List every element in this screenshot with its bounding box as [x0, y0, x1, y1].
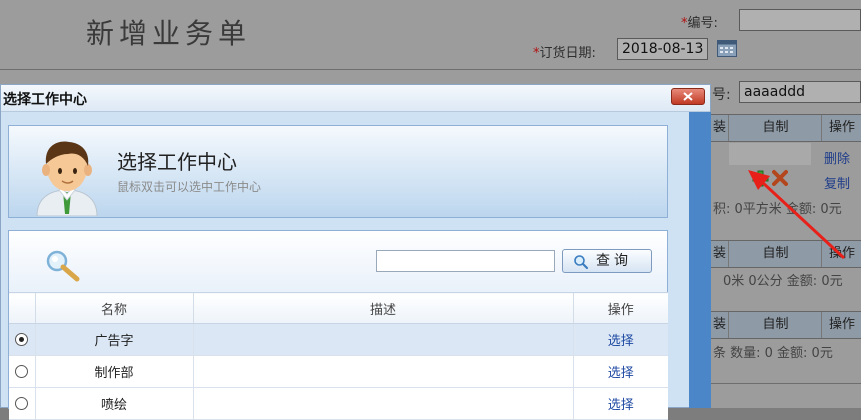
- search-icon: [574, 255, 589, 270]
- calendar-icon[interactable]: [717, 39, 737, 57]
- table-row[interactable]: 制作部 选择: [9, 355, 668, 388]
- close-button[interactable]: [671, 88, 705, 105]
- table-row[interactable]: 广告字 选择: [9, 323, 668, 356]
- annotation-arrow: [748, 170, 846, 260]
- order-date-field[interactable]: 2018-08-13: [617, 38, 708, 60]
- delete-link[interactable]: 删除: [824, 148, 850, 167]
- table-header: 装 自制 操作: [711, 114, 861, 142]
- number-field[interactable]: [739, 9, 861, 31]
- column-header-homemade: 自制: [728, 115, 822, 141]
- table-summary: 条 数量: 0 金额: 0元: [713, 346, 833, 361]
- radio-button[interactable]: [15, 333, 29, 346]
- column-header-action: 操作: [821, 312, 861, 338]
- row-name: 制作部: [34, 355, 193, 388]
- radio-button[interactable]: [15, 397, 29, 410]
- search-button-label: 查询: [596, 253, 632, 269]
- column-header: 装: [712, 120, 726, 135]
- header-subtitle: 鼠标双击可以选中工作中心: [117, 180, 262, 194]
- row-description: [192, 355, 573, 388]
- column-header-name: 名称: [34, 292, 193, 324]
- table-header: 装 自制 操作: [711, 311, 861, 339]
- row-name: 广告字: [34, 323, 193, 356]
- row-name: 喷绘: [34, 387, 193, 420]
- page-title: 新增业务单: [86, 17, 252, 50]
- work-center-table: 名称 描述 操作 广告字 选择 制作部 选择 喷绘 选择: [9, 292, 668, 420]
- divider: [0, 69, 861, 70]
- header-title: 选择工作中心: [117, 150, 237, 174]
- column-header-action: 操作: [821, 115, 861, 141]
- text-field[interactable]: aaaaddd: [739, 81, 861, 103]
- table-row[interactable]: 喷绘 选择: [9, 387, 668, 420]
- work-center-list-panel: 查询 名称 描述 操作 广告字 选择 制作部 选择 喷绘 选择: [8, 230, 668, 420]
- dialog-titlebar[interactable]: 选择工作中心: [1, 85, 710, 112]
- row-description: [192, 323, 573, 356]
- column-header: 装: [712, 246, 726, 261]
- divider: [711, 383, 861, 384]
- table-summary: 0米 0公分 金额: 0元: [723, 274, 843, 289]
- row-radio-cell[interactable]: [9, 387, 35, 420]
- select-work-center-dialog: 选择工作中心 选择工作中心 鼠标双击可以选中工作中心 查询 名称 描述 操作 广…: [0, 84, 711, 420]
- row-select-link[interactable]: 选择: [572, 355, 668, 388]
- field-label: 号:: [712, 87, 731, 103]
- magnifier-icon: [46, 250, 80, 282]
- row-select-link[interactable]: 选择: [572, 387, 668, 420]
- table-header-row: 名称 描述 操作: [9, 292, 668, 324]
- column-header: 装: [712, 317, 726, 332]
- dialog-header-panel: 选择工作中心 鼠标双击可以选中工作中心: [8, 125, 668, 218]
- number-label: *编号:: [681, 16, 718, 31]
- row-radio-cell[interactable]: [9, 323, 35, 356]
- table-cell: [729, 143, 811, 165]
- search-button[interactable]: 查询: [562, 249, 652, 273]
- row-select-link[interactable]: 选择: [572, 323, 668, 356]
- row-description: [192, 387, 573, 420]
- dialog-scrollbar[interactable]: [689, 112, 711, 408]
- order-date-label: *订货日期:: [533, 46, 596, 61]
- dialog-title: 选择工作中心: [3, 92, 87, 108]
- close-icon: [683, 92, 693, 101]
- radio-button[interactable]: [15, 365, 29, 378]
- column-header-select: [9, 292, 35, 324]
- search-input[interactable]: [376, 250, 555, 272]
- column-header-action: 操作: [572, 292, 668, 324]
- column-header-homemade: 自制: [728, 312, 822, 338]
- user-avatar-icon: [36, 141, 98, 216]
- column-header-description: 描述: [192, 292, 573, 324]
- row-radio-cell[interactable]: [9, 355, 35, 388]
